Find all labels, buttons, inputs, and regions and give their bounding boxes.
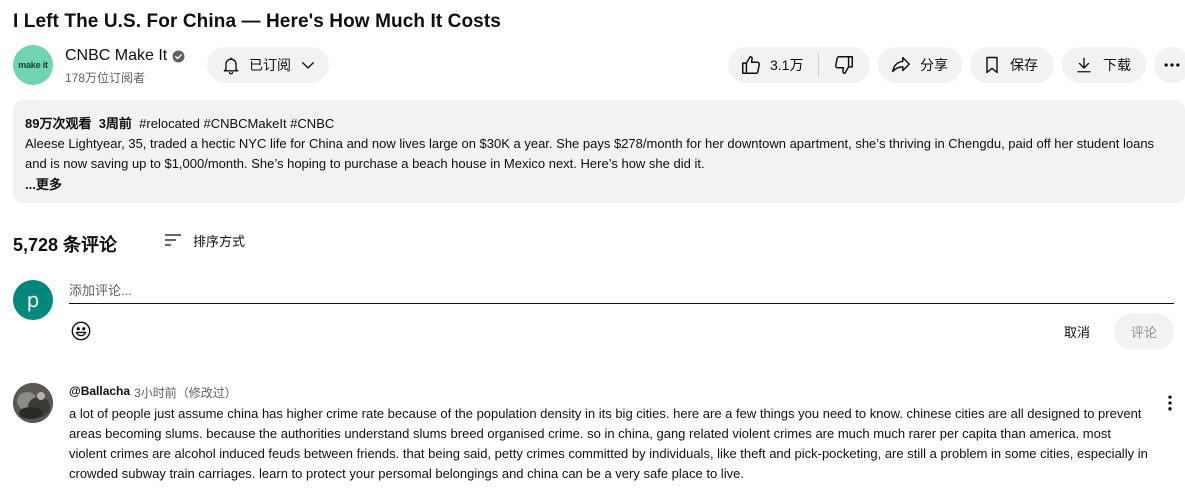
download-button[interactable]: 下载 [1062, 47, 1146, 83]
sort-comments-button[interactable]: 排序方式 [163, 230, 245, 250]
channel-avatar-logo: make it [18, 60, 48, 70]
share-arrow-icon [892, 56, 910, 73]
download-icon [1077, 57, 1091, 73]
dislike-button[interactable] [819, 47, 869, 83]
comment-time[interactable]: 3小时前（修改过） [134, 384, 237, 401]
channel-name-row: CNBC Make It [65, 47, 185, 65]
comment-header: @Ballacha 3小时前（修改过） [69, 384, 237, 401]
chevron-down-icon [302, 62, 314, 69]
save-button[interactable]: 保存 [970, 47, 1054, 83]
more-vertical-icon [1168, 395, 1172, 411]
description-text: Aleese Lightyear, 35, traded a hectic NY… [25, 136, 1155, 171]
hashtags[interactable]: #relocated #CNBCMakeIt #CNBC [139, 116, 334, 131]
description-more-link[interactable]: ...更多 [25, 174, 62, 193]
bell-icon [223, 57, 239, 75]
description-meta: 89万次观看 3周前 #relocated #CNBCMakeIt #CNBC [25, 113, 1173, 132]
comments-count: 5,728 条评论 [13, 235, 118, 255]
share-label: 分享 [920, 57, 948, 73]
like-count: 3.1万 [770, 57, 804, 73]
commenter-avatar[interactable] [13, 383, 53, 423]
thumbs-down-icon [835, 56, 853, 74]
more-horizontal-icon [1164, 63, 1180, 67]
description-box[interactable]: 89万次观看 3周前 #relocated #CNBCMakeIt #CNBC … [13, 100, 1185, 203]
like-button[interactable]: 3.1万 [728, 47, 818, 83]
sort-label: 排序方式 [193, 233, 246, 249]
download-label: 下载 [1103, 57, 1131, 73]
channel-name[interactable]: CNBC Make It [65, 47, 167, 65]
upload-age: 3周前 [98, 116, 132, 131]
comment-text: a lot of people just assume china has hi… [69, 406, 1148, 481]
subscribed-button[interactable]: 已订阅 [207, 47, 329, 83]
sort-icon [164, 234, 182, 246]
video-title: I Left The U.S. For China — Here's How M… [13, 11, 501, 32]
like-dislike-group: 3.1万 [728, 47, 870, 83]
thumbs-up-icon [742, 56, 760, 74]
save-label: 保存 [1010, 57, 1038, 73]
comment-author[interactable]: @Ballacha [69, 384, 130, 401]
comment-input[interactable] [69, 281, 1174, 304]
view-count: 89万次观看 [25, 116, 92, 131]
verified-badge-icon [172, 50, 185, 62]
emoji-icon [71, 321, 91, 341]
subscriber-count: 178万位订阅者 [65, 71, 146, 85]
cancel-comment-button[interactable]: 取消 [1046, 313, 1108, 349]
share-button[interactable]: 分享 [878, 47, 962, 83]
more-actions-button[interactable] [1154, 47, 1185, 83]
user-avatar: p [13, 280, 53, 320]
subscribed-label: 已订阅 [249, 57, 291, 73]
commenter-avatar-image [13, 383, 53, 423]
channel-avatar[interactable]: make it [13, 45, 53, 85]
emoji-button[interactable] [70, 320, 92, 347]
submit-comment-button[interactable]: 评论 [1114, 313, 1174, 349]
bookmark-icon [986, 56, 998, 74]
comment-menu-button[interactable] [1160, 393, 1180, 413]
